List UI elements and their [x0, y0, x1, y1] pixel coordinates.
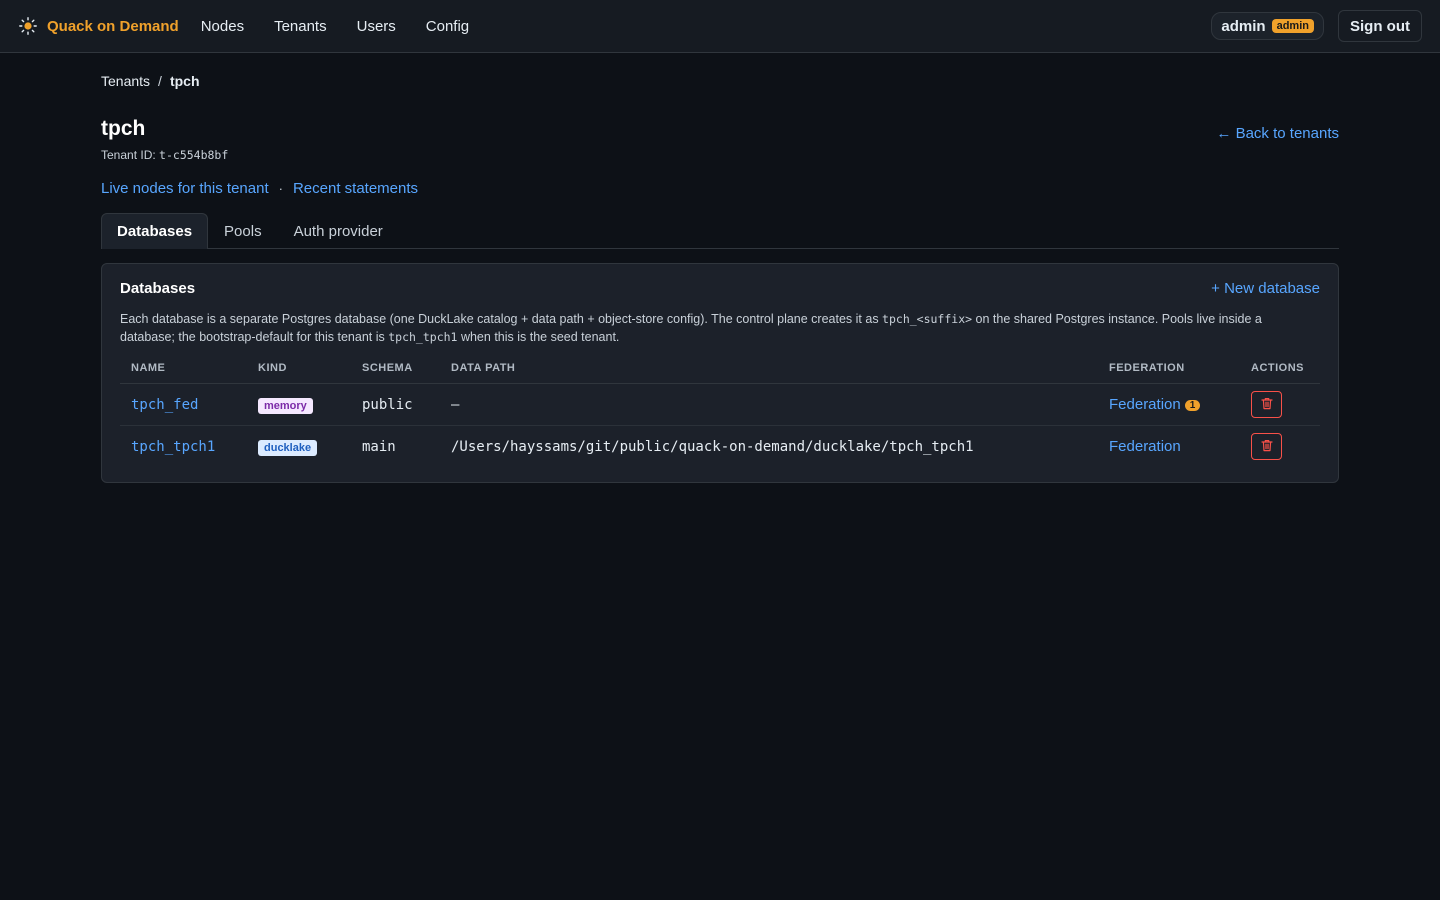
database-name-link[interactable]: tpch_tpch1 — [131, 439, 215, 455]
panel-header: Databases + New database — [120, 280, 1320, 297]
cell-federation: Federation — [1098, 426, 1240, 468]
tab-databases[interactable]: Databases — [101, 213, 209, 249]
title-block: tpch Tenant ID: t-c554b8bf — [101, 117, 228, 162]
tab-bar: Databases Pools Auth provider — [101, 213, 1339, 249]
databases-table: NAME KIND SCHEMA DATA PATH FEDERATION AC… — [120, 362, 1320, 468]
cell-schema: public — [351, 383, 440, 426]
live-nodes-link[interactable]: Live nodes for this tenant — [101, 180, 269, 197]
panel-description: Each database is a separate Postgres dat… — [120, 310, 1320, 346]
brand[interactable]: Quack on Demand — [18, 16, 179, 36]
breadcrumb-tenants-link[interactable]: Tenants — [101, 73, 150, 89]
top-navbar: Quack on Demand Nodes Tenants Users Conf… — [0, 0, 1440, 53]
sun-icon — [18, 16, 38, 36]
desc-code-default-db: tpch_tpch1 — [388, 330, 458, 344]
cell-name: tpch_tpch1 — [120, 426, 247, 468]
federation-link[interactable]: Federation — [1109, 438, 1181, 455]
panel-title: Databases — [120, 280, 196, 297]
tenant-id-label: Tenant ID: — [101, 148, 156, 162]
col-header-kind: KIND — [247, 362, 351, 384]
page-header: tpch Tenant ID: t-c554b8bf ← Back to ten… — [101, 117, 1339, 162]
new-database-link[interactable]: + New database — [1211, 280, 1320, 297]
quick-links-separator: · — [278, 181, 283, 196]
breadcrumb-current: tpch — [169, 73, 200, 89]
nav-item-config[interactable]: Config — [411, 18, 484, 35]
delete-database-button[interactable] — [1251, 433, 1282, 461]
kind-badge: ducklake — [258, 439, 318, 456]
recent-statements-link[interactable]: Recent statements — [293, 180, 418, 197]
table-row: tpch_tpch1 ducklake main /Users/hayssams… — [120, 426, 1320, 468]
databases-panel: Databases + New database Each database i… — [101, 263, 1339, 483]
breadcrumb-separator: / — [158, 73, 162, 89]
trash-icon — [1260, 439, 1273, 455]
cell-federation: Federation 1 — [1098, 383, 1240, 426]
col-header-schema: SCHEMA — [351, 362, 440, 384]
cell-data-path: /Users/hayssams/git/public/quack-on-dema… — [451, 438, 974, 455]
nav-item-tenants[interactable]: Tenants — [259, 18, 342, 35]
tab-pools[interactable]: Pools — [208, 213, 278, 249]
desc-text-3: when this is the seed tenant. — [457, 330, 620, 344]
cell-name: tpch_fed — [120, 383, 247, 426]
main-content: Tenants / tpch tpch Tenant ID: t-c554b8b… — [0, 73, 1440, 483]
federation-link[interactable]: Federation — [1109, 396, 1181, 413]
cell-schema: main — [362, 438, 396, 455]
delete-database-button[interactable] — [1251, 391, 1282, 418]
tab-auth-provider[interactable]: Auth provider — [278, 213, 399, 249]
col-header-federation: FEDERATION — [1098, 362, 1240, 384]
cell-kind: memory — [247, 383, 351, 426]
federation-count-badge: 1 — [1184, 400, 1201, 411]
desc-text-1: Each database is a separate Postgres dat… — [120, 312, 883, 326]
cell-actions — [1240, 426, 1320, 468]
brand-name: Quack on Demand — [47, 17, 179, 35]
col-header-data-path: DATA PATH — [440, 362, 1098, 384]
tenant-id-value: t-c554b8bf — [159, 148, 229, 162]
main-nav: Nodes Tenants Users Config — [201, 18, 484, 35]
sign-out-button[interactable]: Sign out — [1338, 10, 1422, 42]
breadcrumb: Tenants / tpch — [101, 73, 1339, 89]
page-title: tpch — [101, 117, 146, 140]
kind-badge: memory — [258, 397, 313, 414]
back-to-tenants-link[interactable]: ← Back to tenants — [1216, 125, 1339, 142]
desc-code-suffix: tpch_<suffix> — [882, 312, 973, 326]
col-header-name: NAME — [120, 362, 247, 384]
cell-actions — [1240, 383, 1320, 426]
nav-item-users[interactable]: Users — [342, 18, 411, 35]
table-row: tpch_fed memory public – Federation 1 — [120, 383, 1320, 426]
user-chip[interactable]: admin admin — [1211, 12, 1324, 40]
cell-kind: ducklake — [247, 426, 351, 468]
col-header-actions: ACTIONS — [1240, 362, 1320, 384]
nav-item-nodes[interactable]: Nodes — [201, 18, 259, 35]
quick-links: Live nodes for this tenant · Recent stat… — [101, 180, 1339, 197]
table-header-row: NAME KIND SCHEMA DATA PATH FEDERATION AC… — [120, 362, 1320, 384]
trash-icon — [1260, 397, 1273, 413]
role-badge: admin — [1271, 19, 1314, 33]
user-name: admin — [1221, 17, 1266, 35]
cell-data-path: – — [440, 383, 1098, 426]
database-name-link[interactable]: tpch_fed — [131, 397, 198, 413]
tenant-id: Tenant ID: t-c554b8bf — [101, 148, 228, 162]
